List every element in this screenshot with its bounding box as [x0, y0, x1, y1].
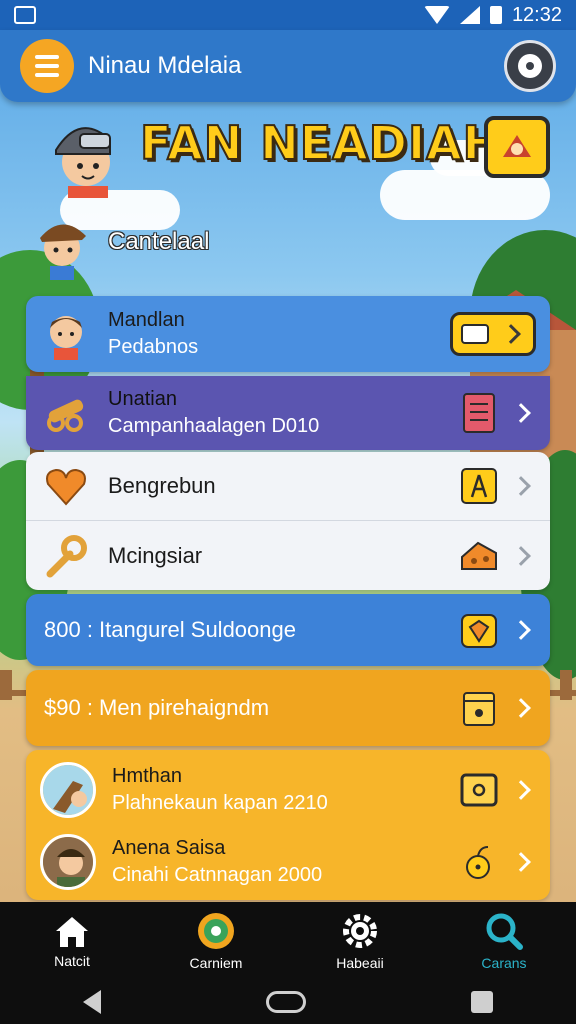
nav-home[interactable]: Natcit [0, 902, 144, 980]
nav-label: Habeaii [336, 955, 384, 971]
nav-label: Carniem [189, 955, 243, 971]
user-avatar [40, 762, 96, 818]
chevron-right-icon [511, 476, 531, 496]
row-label: Bengrebun [108, 473, 216, 498]
chevron-right-icon [500, 324, 521, 344]
cannon-icon [47, 399, 84, 432]
screenshot-icon [14, 6, 36, 24]
nav-search[interactable]: Carans [432, 902, 576, 980]
chest-icon [463, 692, 495, 726]
chevron-right-icon [511, 780, 531, 800]
row-label: Mcingsiar [108, 543, 203, 568]
row-label: 800 : Itangurel Suldoonge [44, 617, 296, 642]
wifi-icon [423, 6, 450, 24]
nav-target[interactable]: Carniem [144, 902, 288, 980]
bottom-nav: Natcit Carniem Habeaii Carans [0, 902, 576, 980]
signal-icon [459, 6, 480, 24]
chevron-right-icon [511, 698, 531, 718]
nav-settings[interactable]: Habeaii [288, 902, 432, 980]
list-item[interactable]: Bengrebun [26, 452, 550, 520]
divider [26, 520, 550, 521]
back-icon[interactable] [82, 990, 101, 1014]
battery-icon [489, 6, 502, 24]
app-bar: Ninau Mdelaia [0, 30, 576, 102]
status-time: 12:32 [511, 3, 562, 26]
row-action-button[interactable] [450, 312, 536, 356]
row-subtitle: Cinahi Catnnagan 2000 [112, 864, 323, 886]
cheese-icon [461, 541, 497, 570]
list-item[interactable]: Hmthan Plahnekaun kapan 2210 [26, 752, 550, 828]
app-title: Ninau Mdelaia [88, 52, 242, 79]
row-title: Hmthan [112, 765, 183, 787]
home-pill-icon[interactable] [265, 991, 306, 1013]
shield-icon [461, 614, 497, 648]
emblem-icon [503, 135, 531, 157]
card-icon [460, 324, 489, 344]
row-label: $90 : Men pirehaigndm [44, 695, 270, 720]
coin-box-icon [460, 773, 498, 807]
fruit-icon [466, 846, 490, 879]
wrench-icon [46, 535, 87, 578]
hero-badge-button[interactable] [484, 116, 550, 178]
section-label: Cantelaal [108, 228, 210, 255]
profile-button[interactable] [504, 40, 556, 92]
user-avatar [40, 834, 96, 890]
sub-character-avatar [40, 224, 86, 280]
heart-icon [46, 468, 86, 506]
home-icon [56, 917, 88, 947]
list-item[interactable]: Anena Saisa Cinahi Catnnagan 2000 [26, 824, 550, 900]
hero-title: FAN NEADIAH [139, 115, 503, 171]
compass-icon [461, 468, 497, 504]
chevron-right-icon [511, 546, 531, 566]
gear-icon [343, 914, 377, 948]
row-subtitle: Pedabnos [108, 336, 199, 358]
nav-label: Carans [481, 955, 527, 971]
book-icon [463, 393, 495, 433]
system-nav-bar [0, 980, 576, 1024]
chevron-right-icon [511, 403, 531, 423]
chevron-right-icon [511, 620, 531, 640]
person-avatar-icon [50, 316, 82, 360]
list-item[interactable]: Mcingsiar [26, 522, 550, 590]
list-item[interactable]: 800 : Itangurel Suldoonge [26, 594, 550, 666]
row-subtitle: Plahnekaun kapan 2210 [112, 792, 328, 814]
row-title: Mandlan [108, 309, 185, 331]
chevron-right-icon [511, 852, 531, 872]
recents-icon[interactable] [471, 991, 494, 1013]
list-item[interactable]: Mandlan Pedabnos [26, 296, 550, 372]
list-item[interactable]: Unatian Campanhaalagen D010 [26, 376, 550, 450]
menu-icon [35, 55, 59, 59]
search-icon [486, 913, 523, 950]
menu-button[interactable] [20, 39, 74, 93]
row-title: Anena Saisa [112, 837, 226, 859]
helmet-character-avatar [55, 127, 111, 198]
nav-label: Natcit [54, 953, 90, 969]
target-icon [198, 913, 234, 949]
row-title: Unatian [108, 388, 177, 410]
list-item[interactable]: $90 : Men pirehaigndm [26, 670, 550, 746]
badge-icon [518, 54, 542, 78]
row-subtitle: Campanhaalagen D010 [108, 415, 320, 437]
status-bar: 12:32 [0, 0, 576, 30]
